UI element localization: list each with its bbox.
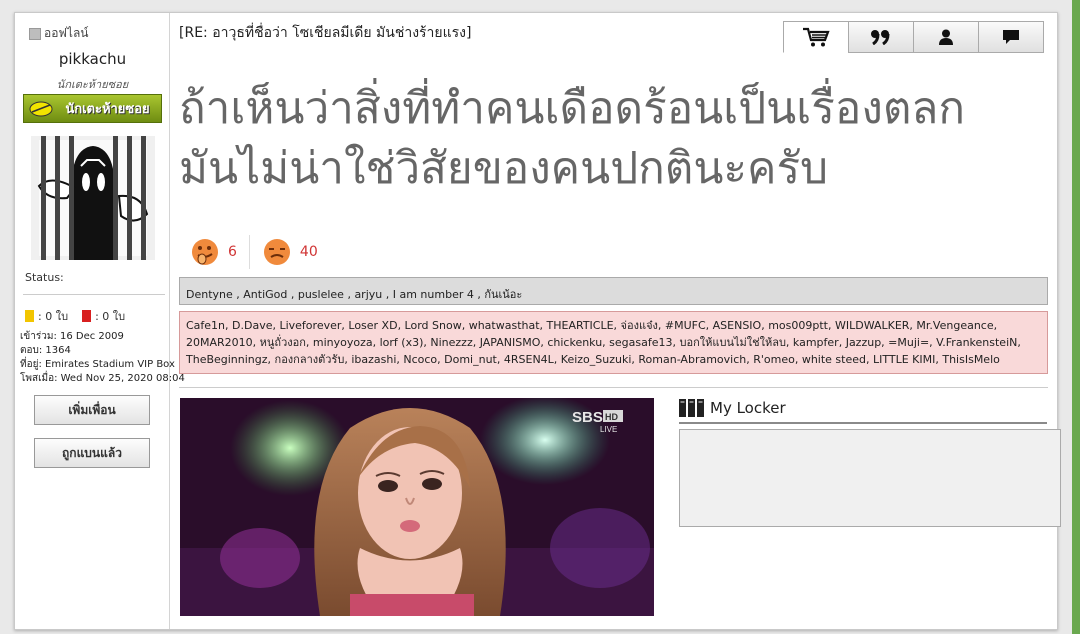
add-friend-button[interactable]: เพิ่มเพื่อน: [34, 395, 150, 425]
message-line: ถ้าเห็นว่าสิ่งที่ทำคนเดือดร้อนเป็นเรื่อง…: [179, 83, 966, 134]
haters-line: TheBeginningz, กองกลางตัวรับ, ibazashi, …: [186, 353, 1000, 366]
avatar[interactable]: [31, 136, 155, 260]
locker-content: [679, 429, 1061, 527]
haters-list: Cafe1n, D.Dave, Liveforever, Loser XD, L…: [179, 311, 1048, 374]
broadcaster-logo: SBS: [572, 409, 603, 426]
post-card: ออฟไลน์ pikkachu นักเตะห้ายซอย นักเตะห้า…: [14, 12, 1061, 630]
like-count: 6: [228, 244, 237, 260]
post-message: ถ้าเห็นว่าสิ่งที่ทำคนเดือดร้อนเป็นเรื่อง…: [179, 79, 1039, 199]
hd-badge: HD: [605, 412, 618, 422]
online-status: ออฟไลน์: [29, 24, 89, 43]
annoyed-smiley-icon: [263, 239, 290, 265]
cart-icon: [803, 27, 830, 47]
locker-divider: [679, 422, 1047, 424]
reactions: 6 40: [190, 235, 318, 269]
content-divider: [179, 387, 1048, 388]
yellow-card-icon: [25, 310, 34, 322]
haters-line: Cafe1n, D.Dave, Liveforever, Loser XD, L…: [186, 319, 998, 332]
post-count: ตอบ: 1364: [20, 345, 71, 356]
user-profile-panel: ออฟไลน์ pikkachu นักเตะห้ายซอย นักเตะห้า…: [15, 13, 185, 629]
locker-header: My Locker: [679, 399, 1047, 417]
red-card-icon: [82, 310, 92, 322]
offline-indicator-icon: [29, 27, 41, 40]
post-title: [RE: อาวุธที่ชื่อว่า โซเชียลมีเดีย มันช่…: [179, 25, 472, 41]
post-toolbar: [783, 21, 1047, 53]
location: ที่อยู่: Emirates Stadium VIP Box: [20, 359, 175, 370]
haters-line: 20MAR2010, หนูถั่วงอก, minyoyoza, lorf (…: [186, 336, 1021, 349]
locker-icon: [679, 399, 704, 417]
like-reaction[interactable]: 6: [190, 237, 237, 267]
cart-button[interactable]: [783, 21, 849, 53]
red-card-count: : 0 ใบ: [95, 310, 126, 323]
reaction-divider: [248, 235, 250, 269]
message-icon: [1003, 30, 1019, 44]
dislike-count: 40: [299, 244, 318, 260]
quote-icon: [871, 30, 890, 45]
post-image[interactable]: SBS HD LIVE: [180, 398, 654, 616]
profile-divider: [23, 294, 165, 295]
profile-button[interactable]: [913, 21, 979, 53]
last-post-time: โพสเมื่อ: Wed Nov 25, 2020 08:04: [20, 373, 185, 384]
locker-title: My Locker: [710, 399, 786, 417]
joined-date: เข้าร่วม: 16 Dec 2009: [20, 331, 124, 342]
tongue-smiley-icon: [192, 239, 218, 265]
banned-button[interactable]: ถูกแบนแล้ว: [34, 438, 150, 468]
username[interactable]: pikkachu: [15, 50, 170, 68]
rank-label: นักเตะห้ายซอย: [65, 102, 150, 117]
rank-badge: นักเตะห้ายซอย: [23, 94, 162, 123]
online-status-label: ออฟไลน์: [44, 26, 89, 40]
status-label: Status:: [25, 271, 64, 284]
user-title: นักเตะห้ายซอย: [56, 78, 129, 91]
message-line: มันไม่น่าใช่วิสัยของคนปกตินะครับ: [179, 143, 829, 194]
likers-list: Dentyne , AntiGod , puslelee , arjyu , I…: [179, 277, 1048, 305]
card-counts: : 0 ใบ : 0 ใบ: [25, 307, 125, 325]
live-badge: LIVE: [600, 425, 617, 434]
private-message-button[interactable]: [978, 21, 1044, 53]
user-icon: [939, 29, 953, 45]
dislike-reaction[interactable]: 40: [262, 237, 318, 267]
football-icon: [29, 101, 53, 116]
yellow-card-count: : 0 ใบ: [38, 310, 69, 323]
quote-button[interactable]: [848, 21, 914, 53]
